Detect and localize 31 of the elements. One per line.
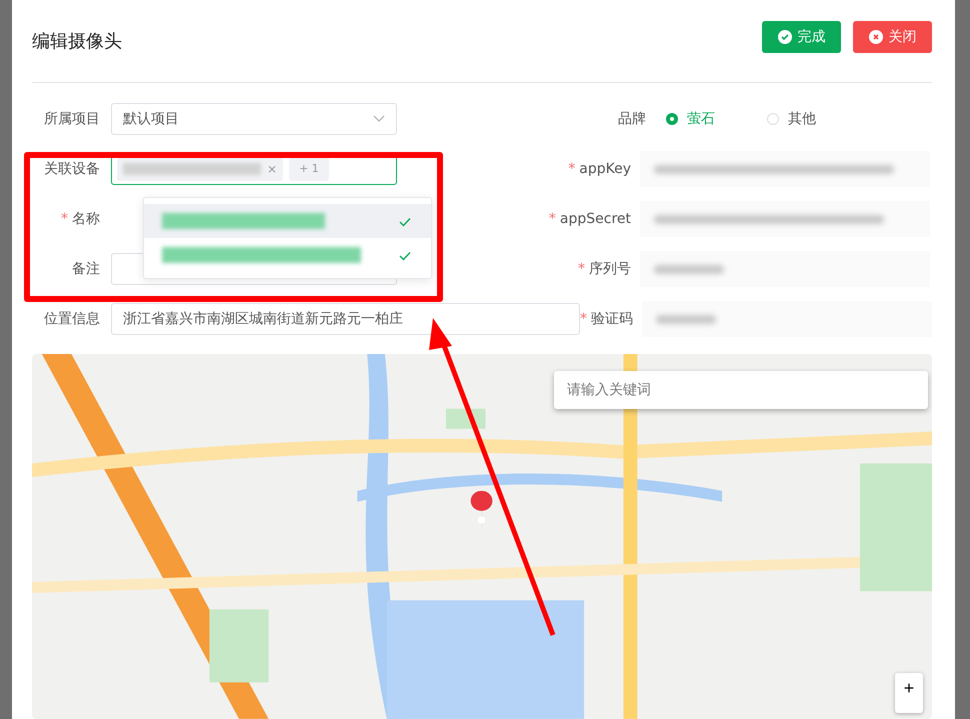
field-label: * 序列号 [578,260,631,280]
field-label: * 验证码 [580,310,633,330]
field-label: 备注 [71,260,100,280]
field-label: * 名称 [60,210,100,230]
location-input-field[interactable]: 浙江省嘉兴市南湖区城南街道新元路元一柏庄 [111,303,580,336]
field-label: 关联设备 [43,160,100,180]
field-label: * appSecret [548,210,631,230]
field-label: * appKey [568,160,631,180]
more-count: + 1 [289,157,329,182]
field-label: 所属项目 [43,110,100,130]
dropdown-option[interactable] [144,238,431,272]
field-label: 品牌 [617,110,646,130]
check-icon [399,216,411,227]
field-label: 位置信息 [43,310,100,330]
dialog-title: 编辑摄像头 [32,30,122,54]
chevron-down-icon [373,115,385,124]
device-tag: × [117,157,284,182]
close-circle-icon [868,30,882,44]
blurred-input-field[interactable] [640,201,930,238]
radio-option[interactable]: 其他 [767,110,816,128]
check-circle-icon [778,30,792,44]
blurred-input-field[interactable] [640,251,930,288]
remark-input-field[interactable] [111,253,397,286]
project-select[interactable]: 默认项目 [111,103,397,136]
check-icon [399,250,411,261]
close-button[interactable]: 关闭 [853,21,932,54]
dropdown-option[interactable] [144,204,431,238]
blurred-input-field[interactable] [640,151,930,188]
blurred-input-field[interactable] [642,301,932,338]
zoom-in-button[interactable]: + [895,673,923,714]
map-search-field[interactable]: 请输入关键词 [554,371,928,410]
